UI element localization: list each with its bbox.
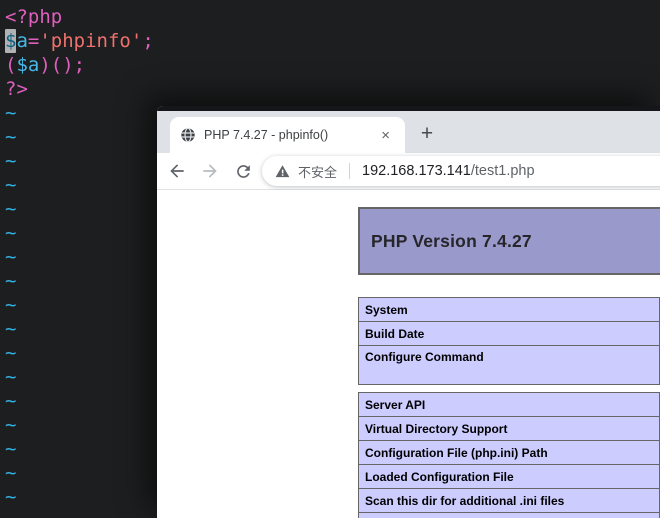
browser-tab-phpinfo[interactable]: PHP 7.4.27 - phpinfo() × bbox=[170, 117, 405, 153]
globe-favicon-icon bbox=[180, 127, 196, 143]
reload-button[interactable] bbox=[233, 161, 253, 181]
table-row: Loaded Configuration File bbox=[359, 465, 659, 489]
not-secure-warning-icon bbox=[275, 164, 290, 179]
address-bar[interactable]: 不安全 192.168.173.141/test1.php bbox=[262, 156, 660, 186]
phpinfo-table-general: SystemBuild DateConfigure Command bbox=[358, 297, 660, 385]
table-row: Virtual Directory Support bbox=[359, 417, 659, 441]
code-line: ?> bbox=[5, 77, 660, 101]
code-line: <?php bbox=[5, 5, 660, 29]
page-content: PHP Version 7.4.27 SystemBuild DateConfi… bbox=[157, 190, 660, 518]
code-line: $a='phpinfo'; bbox=[5, 29, 660, 53]
table-row: Build Date bbox=[359, 322, 659, 346]
table-row: Server API bbox=[359, 393, 659, 417]
not-secure-label: 不安全 bbox=[298, 162, 337, 181]
browser-window: PHP 7.4.27 - phpinfo() × + bbox=[157, 106, 660, 518]
table-row: Scan this dir for additional .ini files bbox=[359, 489, 659, 513]
code-block: <?php$a='phpinfo';($a)();?> bbox=[5, 5, 660, 101]
back-button[interactable] bbox=[167, 161, 187, 181]
table-row: Configuration File (php.ini) Path bbox=[359, 441, 659, 465]
new-tab-button[interactable]: + bbox=[413, 120, 441, 148]
code-line: ($a)(); bbox=[5, 53, 660, 77]
phpinfo-version-header: PHP Version 7.4.27 bbox=[358, 207, 660, 275]
url-path: /test1.php bbox=[471, 163, 535, 179]
url-text: 192.168.173.141/test1.php bbox=[362, 163, 535, 179]
table-row: Configure Command bbox=[359, 346, 659, 384]
table-row: System bbox=[359, 298, 659, 322]
browser-toolbar: 不安全 192.168.173.141/test1.php bbox=[157, 153, 660, 190]
table-row-partial bbox=[359, 513, 659, 518]
omnibox-divider bbox=[349, 163, 350, 179]
tab-close-icon[interactable]: × bbox=[376, 126, 395, 145]
phpinfo-table-config: Server APIVirtual Directory SupportConfi… bbox=[358, 392, 660, 518]
tab-strip: PHP 7.4.27 - phpinfo() × + bbox=[157, 111, 660, 153]
tab-title: PHP 7.4.27 - phpinfo() bbox=[204, 128, 368, 142]
url-host: 192.168.173.141 bbox=[362, 163, 471, 179]
forward-button[interactable] bbox=[200, 161, 220, 181]
